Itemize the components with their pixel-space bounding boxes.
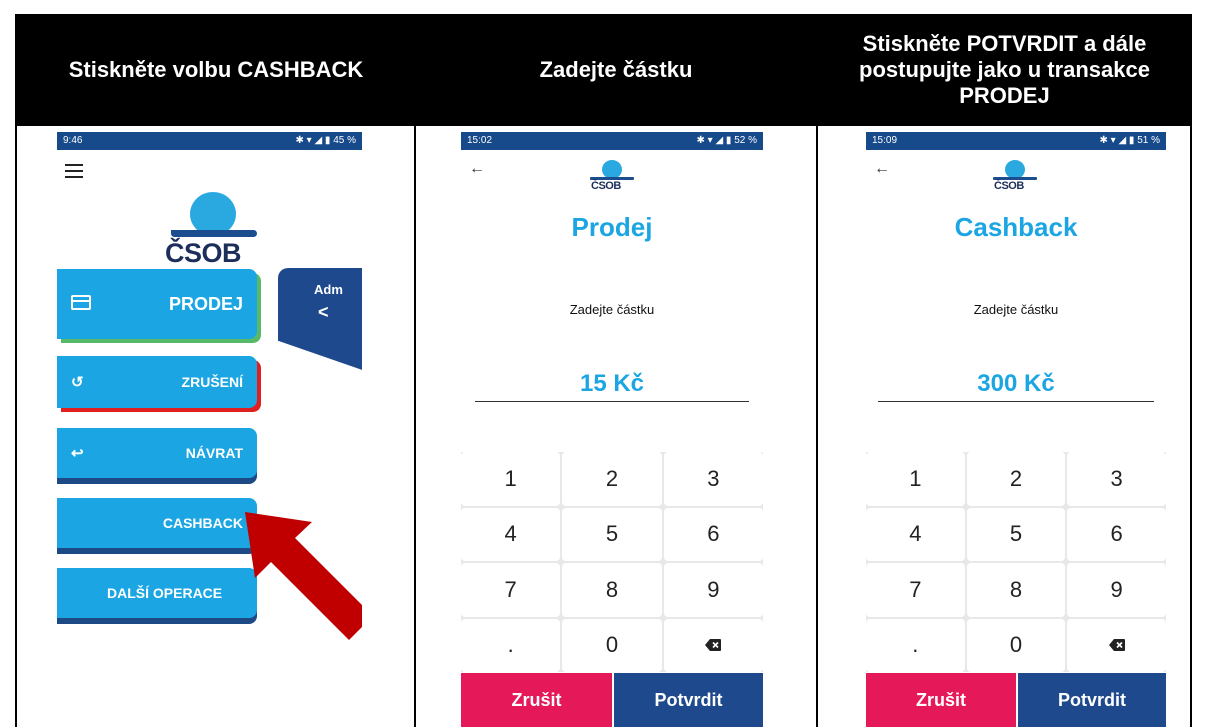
backspace-icon xyxy=(1108,639,1125,652)
csob-logo: ČSOB xyxy=(165,192,261,268)
status-icons: ✱ ▾ ◢ ▮ 52 % xyxy=(696,135,758,146)
prodej-button[interactable]: PRODEJ xyxy=(57,269,257,339)
return-icon: ↩ xyxy=(71,445,84,462)
dalsi-operace-button[interactable]: DALŠÍ OPERACE xyxy=(57,568,257,618)
admin-tab[interactable]: Adm < xyxy=(278,268,362,372)
column-divider xyxy=(414,126,416,727)
amount-prompt: Zadejte částku xyxy=(973,302,1059,317)
cashback-button[interactable]: CASHBACK xyxy=(57,498,257,548)
screen-title: Cashback xyxy=(954,212,1078,242)
phone-screen-menu: 9:46 ✱ ▾ ◢ ▮ 45 % ČSOB PRODEJ ↺ ZRUŠENÍ … xyxy=(57,132,362,727)
key-9[interactable]: 9 xyxy=(1067,563,1166,617)
header-step-1: Stiskněte volbu CASHBACK xyxy=(68,57,364,82)
amount-value[interactable]: 300 Kč xyxy=(866,370,1166,398)
status-time: 9:46 xyxy=(63,135,83,146)
key-6[interactable]: 6 xyxy=(1067,507,1166,561)
backspace-key[interactable] xyxy=(1067,618,1166,672)
prodej-label: PRODEJ xyxy=(168,293,243,314)
header-step-3: Stiskněte POTVRDIT a dále postupujte jak… xyxy=(859,31,1150,108)
amount-underline xyxy=(878,401,1154,402)
key-3[interactable]: 3 xyxy=(663,452,763,506)
key-5[interactable]: 5 xyxy=(562,507,662,561)
logo-text: ČSOB xyxy=(165,238,242,268)
cashback-label: CASHBACK xyxy=(162,515,243,531)
logo-text: ČSOB xyxy=(591,180,621,192)
hamburger-menu-icon[interactable] xyxy=(65,164,83,178)
screen-title: Prodej xyxy=(571,212,653,242)
backspace-key[interactable] xyxy=(663,618,763,672)
key-1[interactable]: 1 xyxy=(866,452,965,506)
confirm-button[interactable]: Potvrdit xyxy=(612,673,763,727)
numeric-keypad: 1 2 3 4 5 6 7 8 9 . 0 xyxy=(461,452,763,672)
zruseni-label: ZRUŠENÍ xyxy=(181,374,243,390)
amount-value[interactable]: 15 Kč xyxy=(461,370,763,398)
key-2[interactable]: 2 xyxy=(966,452,1066,506)
cancel-button[interactable]: Zrušit xyxy=(866,673,1016,727)
back-arrow-icon[interactable]: ← xyxy=(874,160,890,178)
status-bar: 15:02 ✱ ▾ ◢ ▮ 52 % xyxy=(461,132,763,150)
key-4[interactable]: 4 xyxy=(866,507,965,561)
card-icon xyxy=(71,294,91,314)
key-0[interactable]: 0 xyxy=(966,618,1066,672)
phone-screen-cashback: 15:09 ✱ ▾ ◢ ▮ 51 % ← ČSOB Cashback Zadej… xyxy=(866,132,1166,727)
cancel-button[interactable]: Zrušit xyxy=(461,673,612,727)
key-decimal[interactable]: . xyxy=(461,618,561,672)
logo-text: ČSOB xyxy=(994,180,1024,192)
dalsi-operace-label: DALŠÍ OPERACE xyxy=(107,585,223,601)
action-footer: Zrušit Potvrdit xyxy=(461,673,763,727)
phone-screen-prodej: 15:02 ✱ ▾ ◢ ▮ 52 % ← ČSOB Prodej Zadejte… xyxy=(461,132,763,727)
admin-tab-label: Adm xyxy=(314,282,343,297)
key-3[interactable]: 3 xyxy=(1067,452,1166,506)
amount-prompt: Zadejte částku xyxy=(569,302,655,317)
key-2[interactable]: 2 xyxy=(562,452,662,506)
key-4[interactable]: 4 xyxy=(461,507,561,561)
key-5[interactable]: 5 xyxy=(966,507,1066,561)
key-decimal[interactable]: . xyxy=(866,618,965,672)
table-header: Stiskněte volbu CASHBACK Zadejte částku … xyxy=(17,14,1190,126)
chevron-left-icon: < xyxy=(318,302,329,322)
status-time: 15:02 xyxy=(467,135,493,146)
action-footer: Zrušit Potvrdit xyxy=(866,673,1166,727)
key-7[interactable]: 7 xyxy=(866,563,965,617)
header-step-2: Zadejte částku xyxy=(539,57,693,82)
status-icons: ✱ ▾ ◢ ▮ 45 % xyxy=(295,135,357,146)
back-arrow-icon[interactable]: ← xyxy=(469,160,485,178)
status-icons: ✱ ▾ ◢ ▮ 51 % xyxy=(1099,135,1161,146)
column-divider xyxy=(816,126,818,727)
amount-underline xyxy=(475,401,749,402)
navrat-button[interactable]: ↩ NÁVRAT xyxy=(57,428,257,478)
key-1[interactable]: 1 xyxy=(461,452,561,506)
csob-logo: ČSOB xyxy=(588,160,638,192)
key-9[interactable]: 9 xyxy=(663,563,763,617)
key-6[interactable]: 6 xyxy=(663,507,763,561)
zruseni-button[interactable]: ↺ ZRUŠENÍ xyxy=(57,356,257,408)
navrat-label: NÁVRAT xyxy=(185,445,243,461)
status-bar: 15:09 ✱ ▾ ◢ ▮ 51 % xyxy=(866,132,1166,150)
red-pointer-arrow-icon xyxy=(245,512,362,640)
key-8[interactable]: 8 xyxy=(966,563,1066,617)
confirm-button[interactable]: Potvrdit xyxy=(1016,673,1166,727)
status-time: 15:09 xyxy=(872,135,898,146)
numeric-keypad: 1 2 3 4 5 6 7 8 9 . 0 xyxy=(866,452,1166,672)
key-8[interactable]: 8 xyxy=(562,563,662,617)
backspace-icon xyxy=(705,639,722,652)
instruction-page: Stiskněte volbu CASHBACK Zadejte částku … xyxy=(0,0,1205,727)
key-7[interactable]: 7 xyxy=(461,563,561,617)
key-0[interactable]: 0 xyxy=(562,618,662,672)
status-bar: 9:46 ✱ ▾ ◢ ▮ 45 % xyxy=(57,132,362,150)
csob-logo: ČSOB xyxy=(991,160,1041,192)
undo-icon: ↺ xyxy=(71,374,84,391)
